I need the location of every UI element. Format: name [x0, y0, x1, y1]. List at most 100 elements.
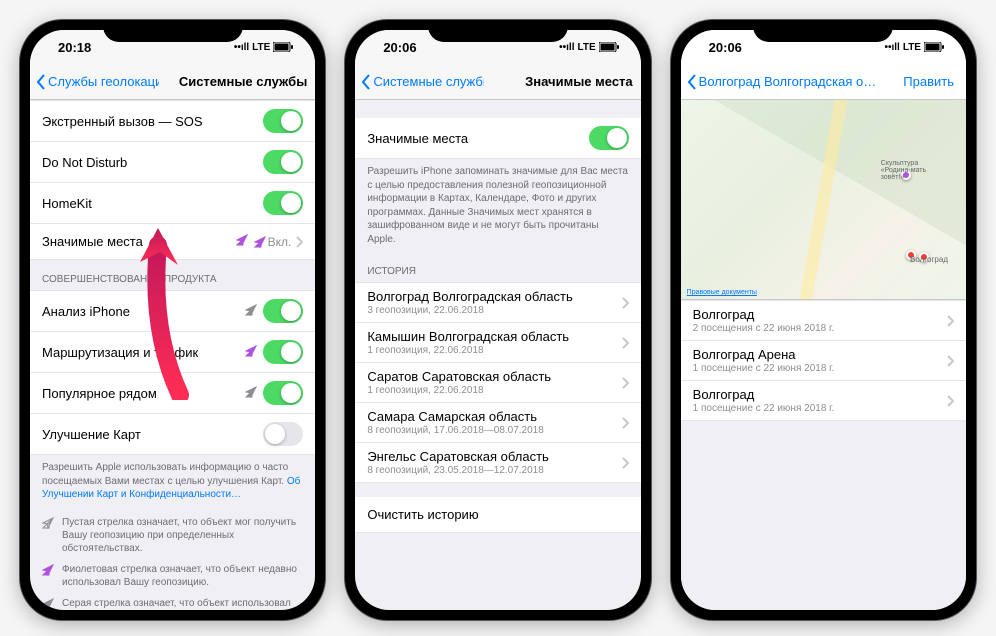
list-subtitle: 3 геопозиции, 22.06.2018 — [367, 305, 620, 316]
settings-cell[interactable]: Популярное рядом — [30, 373, 315, 414]
list-title: Волгоград Арена — [693, 347, 946, 362]
toggle-switch[interactable] — [263, 109, 303, 133]
list-title: Камышин Волгоградская область — [367, 329, 620, 344]
settings-content[interactable]: Значимые места Разрешить iPhone запомина… — [355, 100, 640, 610]
status-time: 20:06 — [709, 40, 742, 55]
status-indicators: ••ıll LTE — [559, 42, 619, 53]
cell-label: Значимые места — [367, 131, 588, 146]
chevron-right-icon — [621, 417, 629, 429]
history-location-cell[interactable]: Самара Самарская область8 геопозиций, 17… — [355, 403, 640, 443]
chevron-right-icon — [295, 236, 303, 248]
toggle-switch[interactable] — [263, 422, 303, 446]
list-subtitle: 2 посещения с 22 июня 2018 г. — [693, 323, 946, 334]
signal-icon: ••ıll — [234, 42, 249, 53]
map-legal-link[interactable]: Правовые документы — [687, 289, 757, 296]
chevron-right-icon — [946, 315, 954, 327]
location-arrow-icon — [42, 598, 54, 610]
status-indicators: ••ıll LTE — [234, 42, 294, 53]
signal-icon: ••ıll — [559, 42, 574, 53]
cell-label: Маршрутизация и трафик — [42, 345, 245, 360]
map-view[interactable]: Скульптура «Родина-мать зовёт!» Волгогра… — [681, 100, 966, 300]
cell-label: Популярное рядом — [42, 386, 245, 401]
toggle-switch[interactable] — [589, 126, 629, 150]
location-arrow-icon — [254, 236, 266, 248]
visit-cell[interactable]: Волгоград2 посещения с 22 июня 2018 г. — [681, 300, 966, 341]
settings-cell[interactable]: Значимые места Вкл. — [30, 224, 315, 260]
nav-edit-button[interactable]: Править — [903, 74, 960, 89]
settings-cell[interactable]: HomeKit — [30, 183, 315, 224]
status-indicators: ••ıll LTE — [884, 42, 944, 53]
settings-cell[interactable]: Улучшение Карт — [30, 414, 315, 455]
location-arrow-icon — [245, 386, 257, 398]
chevron-right-icon — [946, 395, 954, 407]
toggle-switch[interactable] — [263, 150, 303, 174]
chevron-left-icon — [361, 74, 371, 90]
network-label: LTE — [903, 42, 921, 53]
list-title: Самара Самарская область — [367, 409, 620, 424]
footer-description: Разрешить iPhone запоминать значимые для… — [355, 159, 640, 252]
status-time: 20:06 — [383, 40, 416, 55]
clear-history-button[interactable]: Очистить историю — [355, 497, 640, 533]
list-subtitle: 8 геопозиций, 23.05.2018—12.07.2018 — [367, 465, 620, 476]
nav-back-button[interactable]: Службы геолокации — [36, 74, 159, 90]
map-poi-label: Скульптура «Родина-мать зовёт!» — [881, 160, 941, 181]
battery-icon — [924, 42, 944, 52]
network-label: LTE — [578, 42, 596, 53]
legend-row: Серая стрелка означает, что объект испол… — [30, 593, 315, 611]
list-title: Волгоград — [693, 307, 946, 322]
nav-back-label: Волгоград Волгоградская о… — [699, 74, 877, 89]
legend-row: Пустая стрелка означает, что объект мог … — [30, 512, 315, 559]
history-location-cell[interactable]: Камышин Волгоградская область1 геопозици… — [355, 323, 640, 363]
phone-2: 20:06 ••ıll LTE Системные службы Значимы… — [345, 20, 650, 620]
settings-cell[interactable]: Анализ iPhone — [30, 290, 315, 332]
history-location-cell[interactable]: Саратов Саратовская область1 геопозиция,… — [355, 363, 640, 403]
nav-bar: Системные службы Значимые места — [355, 64, 640, 100]
settings-cell[interactable]: Do Not Disturb — [30, 142, 315, 183]
toggle-switch[interactable] — [263, 191, 303, 215]
list-title: Саратов Саратовская область — [367, 369, 620, 384]
chevron-right-icon — [621, 297, 629, 309]
visit-cell[interactable]: Волгоград1 посещение с 22 июня 2018 г. — [681, 381, 966, 421]
significant-locations-toggle-cell[interactable]: Значимые места — [355, 118, 640, 159]
cell-detail: Вкл. — [254, 235, 292, 249]
cell-label: Экстренный вызов — SOS — [42, 114, 263, 129]
list-subtitle: 8 геопозиций, 17.06.2018—08.07.2018 — [367, 425, 620, 436]
toggle-switch[interactable] — [263, 340, 303, 364]
cell-label: Значимые места — [42, 234, 236, 249]
cell-label: HomeKit — [42, 196, 263, 211]
notch — [753, 20, 893, 42]
network-label: LTE — [252, 42, 270, 53]
nav-back-label: Системные службы — [373, 74, 484, 89]
cell-label: Очистить историю — [367, 507, 628, 522]
footer-maps-improve: Разрешить Apple использовать информацию … — [30, 455, 315, 508]
history-location-cell[interactable]: Энгельс Саратовская область8 геопозиций,… — [355, 443, 640, 483]
settings-cell[interactable]: Маршрутизация и трафик — [30, 332, 315, 373]
location-content[interactable]: Скульптура «Родина-мать зовёт!» Волгогра… — [681, 100, 966, 610]
cell-label: Улучшение Карт — [42, 427, 263, 442]
visit-cell[interactable]: Волгоград Арена1 посещение с 22 июня 201… — [681, 341, 966, 381]
chevron-right-icon — [621, 337, 629, 349]
list-subtitle: 1 посещение с 22 июня 2018 г. — [693, 403, 946, 414]
history-location-cell[interactable]: Волгоград Волгоградская область3 геопози… — [355, 282, 640, 323]
toggle-switch[interactable] — [263, 381, 303, 405]
nav-back-button[interactable]: Системные службы — [361, 74, 484, 90]
section-header-improvement: СОВЕРШЕНСТВОВАНИЕ ПРОДУКТА — [30, 260, 315, 290]
legend-row: Фиолетовая стрелка означает, что объект … — [30, 559, 315, 593]
notch — [428, 20, 568, 42]
nav-bar: Службы геолокации Системные службы — [30, 64, 315, 100]
location-arrow-icon — [245, 345, 257, 357]
status-time: 20:18 — [58, 40, 91, 55]
map-city-label: Волгоград — [910, 255, 948, 264]
nav-back-button[interactable]: Волгоград Волгоградская о… — [687, 74, 877, 90]
settings-content[interactable]: Экстренный вызов — SOS Do Not Disturb Home… — [30, 100, 315, 610]
nav-title: Значимые места — [525, 74, 633, 89]
location-arrow-icon — [42, 564, 54, 576]
battery-icon — [273, 42, 293, 52]
settings-cell[interactable]: Экстренный вызов — SOS — [30, 100, 315, 142]
toggle-switch[interactable] — [263, 299, 303, 323]
nav-title: Системные службы — [179, 74, 308, 89]
cell-label: Анализ iPhone — [42, 304, 245, 319]
chevron-left-icon — [687, 74, 697, 90]
list-title: Волгоград — [693, 387, 946, 402]
list-subtitle: 1 посещение с 22 июня 2018 г. — [693, 363, 946, 374]
